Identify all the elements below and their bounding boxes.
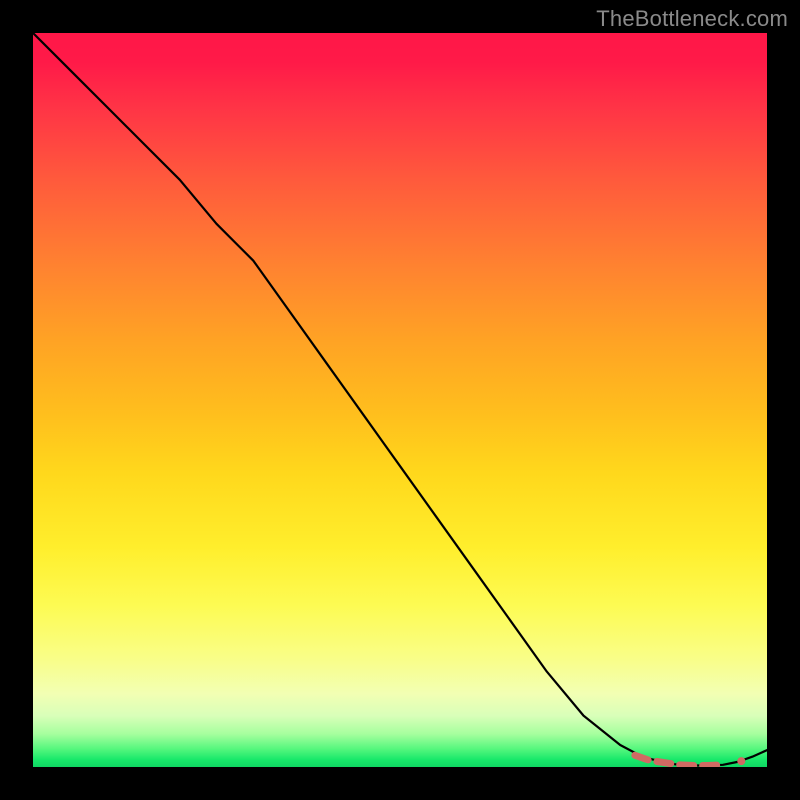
watermark-text: TheBottleneck.com: [596, 6, 788, 32]
plot-area: [33, 33, 767, 767]
chart-stage: TheBottleneck.com: [0, 0, 800, 800]
